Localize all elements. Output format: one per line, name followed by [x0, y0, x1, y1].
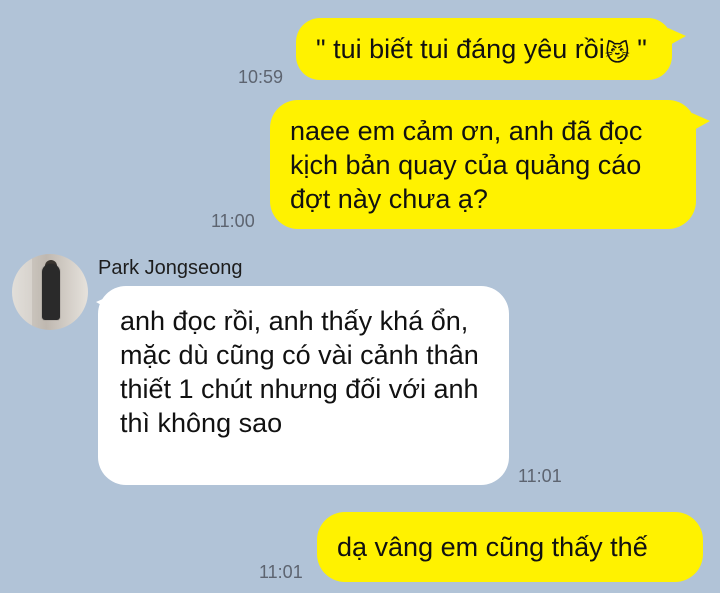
avatar-person-figure [42, 264, 60, 320]
message-text: " tui biết tui đáng yêu rồi [316, 34, 605, 64]
message-time: 11:01 [259, 562, 303, 582]
message-text: " [629, 34, 647, 64]
message-time: 11:01 [518, 466, 562, 486]
bubble-tail [692, 113, 710, 131]
message-text: naee em cảm ơn, anh đã đọc kịch bản quay… [290, 116, 643, 214]
message-text: dạ vâng em cũng thấy thế [337, 532, 648, 562]
outgoing-message-bubble[interactable]: dạ vâng em cũng thấy thế [317, 512, 703, 582]
outgoing-message-bubble[interactable]: " tui biết tui đáng yêu rồi😼 " [296, 18, 672, 80]
outgoing-message-bubble[interactable]: naee em cảm ơn, anh đã đọc kịch bản quay… [270, 100, 696, 229]
bubble-tail [668, 28, 686, 46]
avatar-background [12, 254, 32, 330]
contact-name: Park Jongseong [98, 257, 243, 279]
message-time: 11:00 [211, 211, 255, 231]
contact-avatar[interactable] [12, 254, 88, 330]
message-time: 10:59 [238, 67, 284, 87]
cat-face-emoji: 😼 [604, 40, 630, 67]
chat-thread: 10:59 " tui biết tui đáng yêu rồi😼 " 11:… [0, 0, 720, 593]
incoming-message-bubble[interactable]: anh đọc rồi, anh thấy khá ổn, mặc dù cũn… [98, 286, 509, 485]
message-text: anh đọc rồi, anh thấy khá ổn, mặc dù cũn… [120, 306, 479, 438]
